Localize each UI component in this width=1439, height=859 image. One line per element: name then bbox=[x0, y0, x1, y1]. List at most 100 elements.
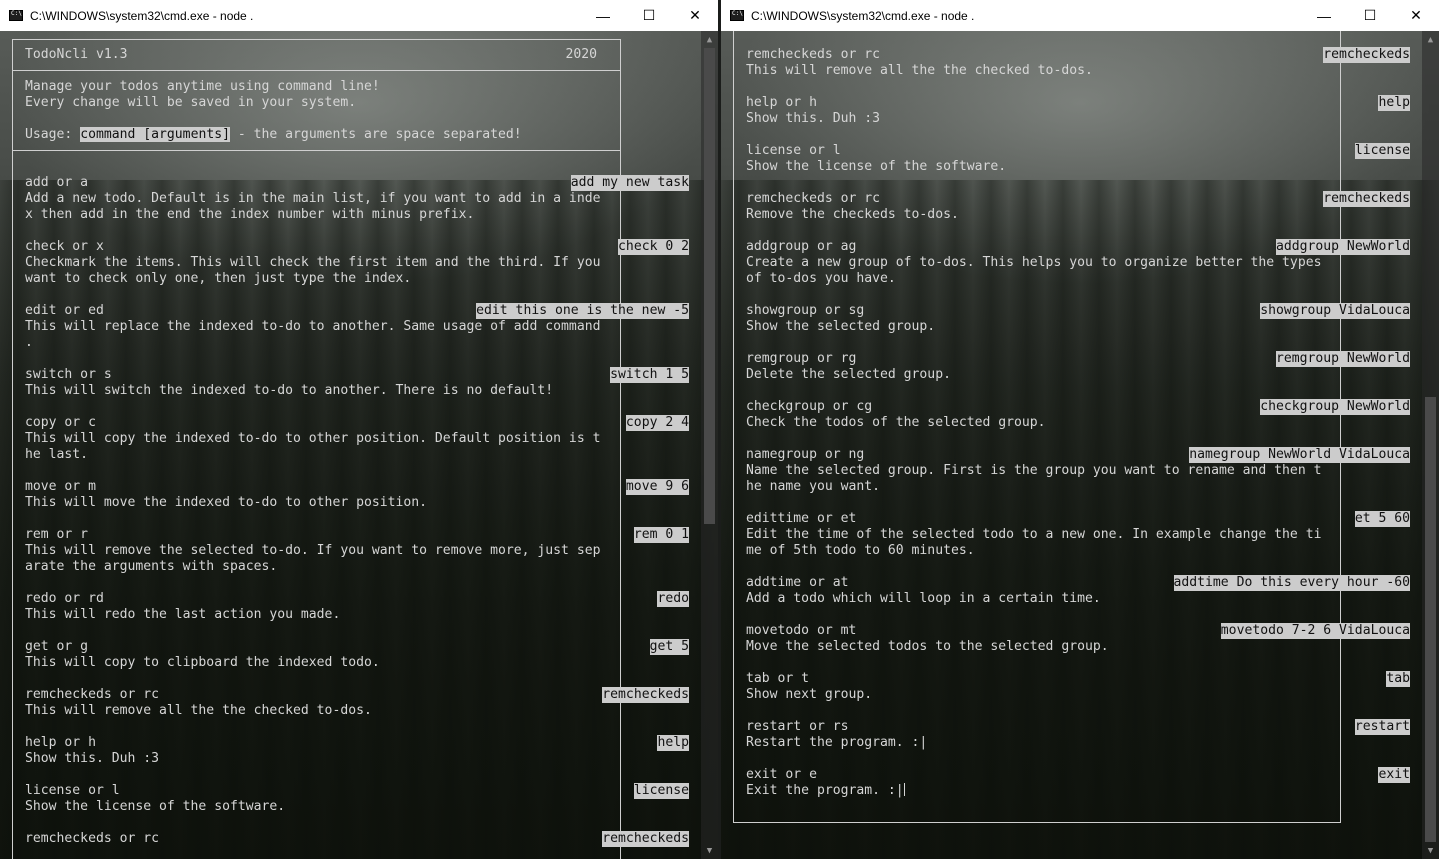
command-example: checkgroup NewWorld bbox=[1260, 399, 1410, 415]
command-description: Show next group. bbox=[746, 687, 873, 702]
command-example: add my new task bbox=[570, 175, 689, 191]
box-bottom-border bbox=[733, 822, 1341, 823]
command-description: he last. bbox=[25, 447, 89, 462]
app-name: TodoNcli v1.3 bbox=[25, 47, 128, 62]
command-name: remgroup or rg bbox=[746, 351, 857, 366]
command-name: remcheckeds or rc bbox=[25, 831, 160, 846]
console-window-left[interactable]: C:\WINDOWS\system32\cmd.exe - node . — ☐… bbox=[0, 0, 718, 859]
close-button[interactable]: ✕ bbox=[1393, 0, 1439, 31]
command-name: license or l bbox=[746, 143, 841, 158]
command-description: me of 5th todo to 60 minutes. bbox=[746, 543, 975, 558]
minimize-button[interactable]: — bbox=[1301, 0, 1347, 31]
command-description: Restart the program. :| bbox=[746, 735, 928, 750]
command-description: Checkmark the items. This will check the… bbox=[25, 255, 601, 270]
scrollbar-thumb[interactable] bbox=[1425, 397, 1436, 842]
command-name: get or g bbox=[25, 639, 89, 654]
scrollbar-thumb[interactable] bbox=[704, 48, 715, 524]
box-top-border bbox=[12, 39, 621, 40]
scroll-down-arrow-icon[interactable]: ▼ bbox=[1422, 842, 1439, 859]
command-name: license or l bbox=[25, 783, 120, 798]
scroll-down-arrow-icon[interactable]: ▼ bbox=[701, 842, 718, 859]
cmd-app-icon[interactable] bbox=[9, 10, 23, 21]
command-description: Move the selected todos to the selected … bbox=[746, 639, 1109, 654]
command-description: Add a todo which will loop in a certain … bbox=[746, 591, 1101, 606]
command-example: remcheckeds bbox=[602, 687, 689, 703]
command-description: he name you want. bbox=[746, 479, 881, 494]
vertical-scrollbar[interactable]: ▲ ▼ bbox=[1422, 31, 1439, 859]
command-name: restart or rs bbox=[746, 719, 849, 734]
scroll-up-arrow-icon[interactable]: ▲ bbox=[1422, 31, 1439, 48]
command-example: movetodo 7-2 6 VidaLouca bbox=[1220, 623, 1410, 639]
command-name: switch or s bbox=[25, 367, 112, 382]
maximize-button[interactable]: ☐ bbox=[1347, 0, 1393, 31]
close-button[interactable]: ✕ bbox=[672, 0, 718, 31]
command-description: Show the license of the software. bbox=[25, 799, 286, 814]
command-example: exit bbox=[1378, 767, 1410, 783]
command-description: x then add in the end the index number w… bbox=[25, 207, 475, 222]
intro-line-2: Every change will be saved in your syste… bbox=[25, 95, 357, 110]
command-name: tab or t bbox=[746, 671, 810, 686]
command-name: namegroup or ng bbox=[746, 447, 865, 462]
command-name: showgroup or sg bbox=[746, 303, 865, 318]
command-name: remcheckeds or rc bbox=[746, 191, 881, 206]
title-bar[interactable]: C:\WINDOWS\system32\cmd.exe - node . — ☐… bbox=[721, 0, 1439, 31]
maximize-button[interactable]: ☐ bbox=[626, 0, 672, 31]
command-description: Name the selected group. First is the gr… bbox=[746, 463, 1322, 478]
command-description: This will remove the selected to-do. If … bbox=[25, 543, 601, 558]
command-name: edit or ed bbox=[25, 303, 104, 318]
command-example: switch 1 5 bbox=[610, 367, 689, 383]
command-name: move or m bbox=[25, 479, 96, 494]
cmd-app-icon[interactable] bbox=[730, 10, 744, 21]
command-description: Delete the selected group. bbox=[746, 367, 951, 382]
command-description: Show the selected group. bbox=[746, 319, 936, 334]
console-output[interactable]: TodoNcli v1.3 2020 Manage your todos any… bbox=[0, 31, 701, 859]
command-example: showgroup VidaLouca bbox=[1260, 303, 1410, 319]
header-divider bbox=[12, 70, 621, 71]
command-description: This will copy the indexed to-do to othe… bbox=[25, 431, 601, 446]
command-name: checkgroup or cg bbox=[746, 399, 873, 414]
console-output[interactable]: remcheckeds or rc remcheckeds This will re… bbox=[721, 31, 1422, 859]
title-bar[interactable]: C:\WINDOWS\system32\cmd.exe - node . — ☐… bbox=[0, 0, 718, 31]
command-description: This will redo the last action you made. bbox=[25, 607, 341, 622]
command-description: Show this. Duh :3 bbox=[746, 111, 881, 126]
command-description: . bbox=[25, 335, 33, 350]
command-description: This will switch the indexed to-do to an… bbox=[25, 383, 554, 398]
command-example: license bbox=[633, 783, 689, 799]
command-description: This will remove all the the checked to-… bbox=[25, 703, 372, 718]
vertical-scrollbar[interactable]: ▲ ▼ bbox=[701, 31, 718, 859]
usage-note: - the arguments are space separated! bbox=[229, 127, 522, 142]
minimize-button[interactable]: — bbox=[580, 0, 626, 31]
box-right-border bbox=[1340, 31, 1341, 823]
command-name: help or h bbox=[746, 95, 817, 110]
command-description: Show this. Duh :3 bbox=[25, 751, 160, 766]
scroll-up-arrow-icon[interactable]: ▲ bbox=[701, 31, 718, 48]
command-example: remcheckeds bbox=[602, 831, 689, 847]
command-example: addgroup NewWorld bbox=[1275, 239, 1410, 255]
usage-syntax: command [arguments] bbox=[80, 127, 230, 142]
command-example: copy 2 4 bbox=[625, 415, 689, 431]
command-description: Check the todos of the selected group. bbox=[746, 415, 1046, 430]
command-description: This will copy to clipboard the indexed … bbox=[25, 655, 380, 670]
console-window-right[interactable]: C:\WINDOWS\system32\cmd.exe - node . — ☐… bbox=[721, 0, 1439, 859]
command-description: This will replace the indexed to-do to a… bbox=[25, 319, 601, 334]
command-name: edittime or et bbox=[746, 511, 857, 526]
command-name: movetodo or mt bbox=[746, 623, 857, 638]
command-description: Edit the time of the selected todo to a … bbox=[746, 527, 1322, 542]
command-name: exit or e bbox=[746, 767, 817, 782]
text-cursor bbox=[903, 783, 905, 796]
command-name: help or h bbox=[25, 735, 96, 750]
command-description: This will move the indexed to-do to othe… bbox=[25, 495, 428, 510]
command-example: tab bbox=[1386, 671, 1410, 687]
command-example: get 5 bbox=[649, 639, 689, 655]
command-example: namegroup NewWorld VidaLouca bbox=[1189, 447, 1410, 463]
command-example: remcheckeds bbox=[1323, 191, 1410, 207]
command-description: Create a new group of to-dos. This helps… bbox=[746, 255, 1322, 270]
window-title: C:\WINDOWS\system32\cmd.exe - node . bbox=[751, 8, 975, 23]
app-year: 2020 bbox=[565, 47, 597, 62]
intro-line-1: Manage your todos anytime using command … bbox=[25, 79, 380, 94]
usage-label: Usage: bbox=[25, 127, 73, 142]
command-description: This will remove all the the checked to-… bbox=[746, 63, 1093, 78]
command-name: copy or c bbox=[25, 415, 96, 430]
intro-divider bbox=[12, 150, 621, 151]
command-name: rem or r bbox=[25, 527, 89, 542]
